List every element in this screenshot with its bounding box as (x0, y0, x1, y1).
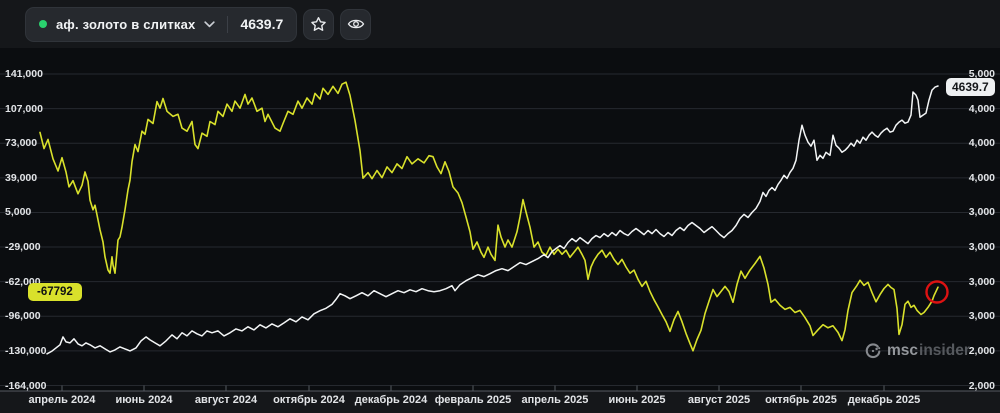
instrument-name: аф. золото в слитках (56, 16, 196, 32)
instrument-selector[interactable]: аф. золото в слитках 4639.7 (25, 6, 298, 42)
favorite-button[interactable] (303, 8, 335, 40)
divider (227, 15, 229, 33)
eye-icon (347, 17, 365, 31)
visibility-button[interactable] (340, 8, 372, 40)
x-axis-strip (0, 391, 1000, 413)
chevron-down-icon (204, 20, 216, 28)
price-chart-canvas[interactable] (0, 0, 1000, 413)
instrument-status-dot (39, 20, 47, 28)
toolbar: аф. золото в слитках 4639.7 (0, 0, 1000, 48)
trading-chart-window: аф. золото в слитках 4639.7 141,000 107,0… (0, 0, 1000, 413)
star-icon (310, 16, 327, 33)
instrument-last-value: 4639.7 (240, 16, 284, 32)
